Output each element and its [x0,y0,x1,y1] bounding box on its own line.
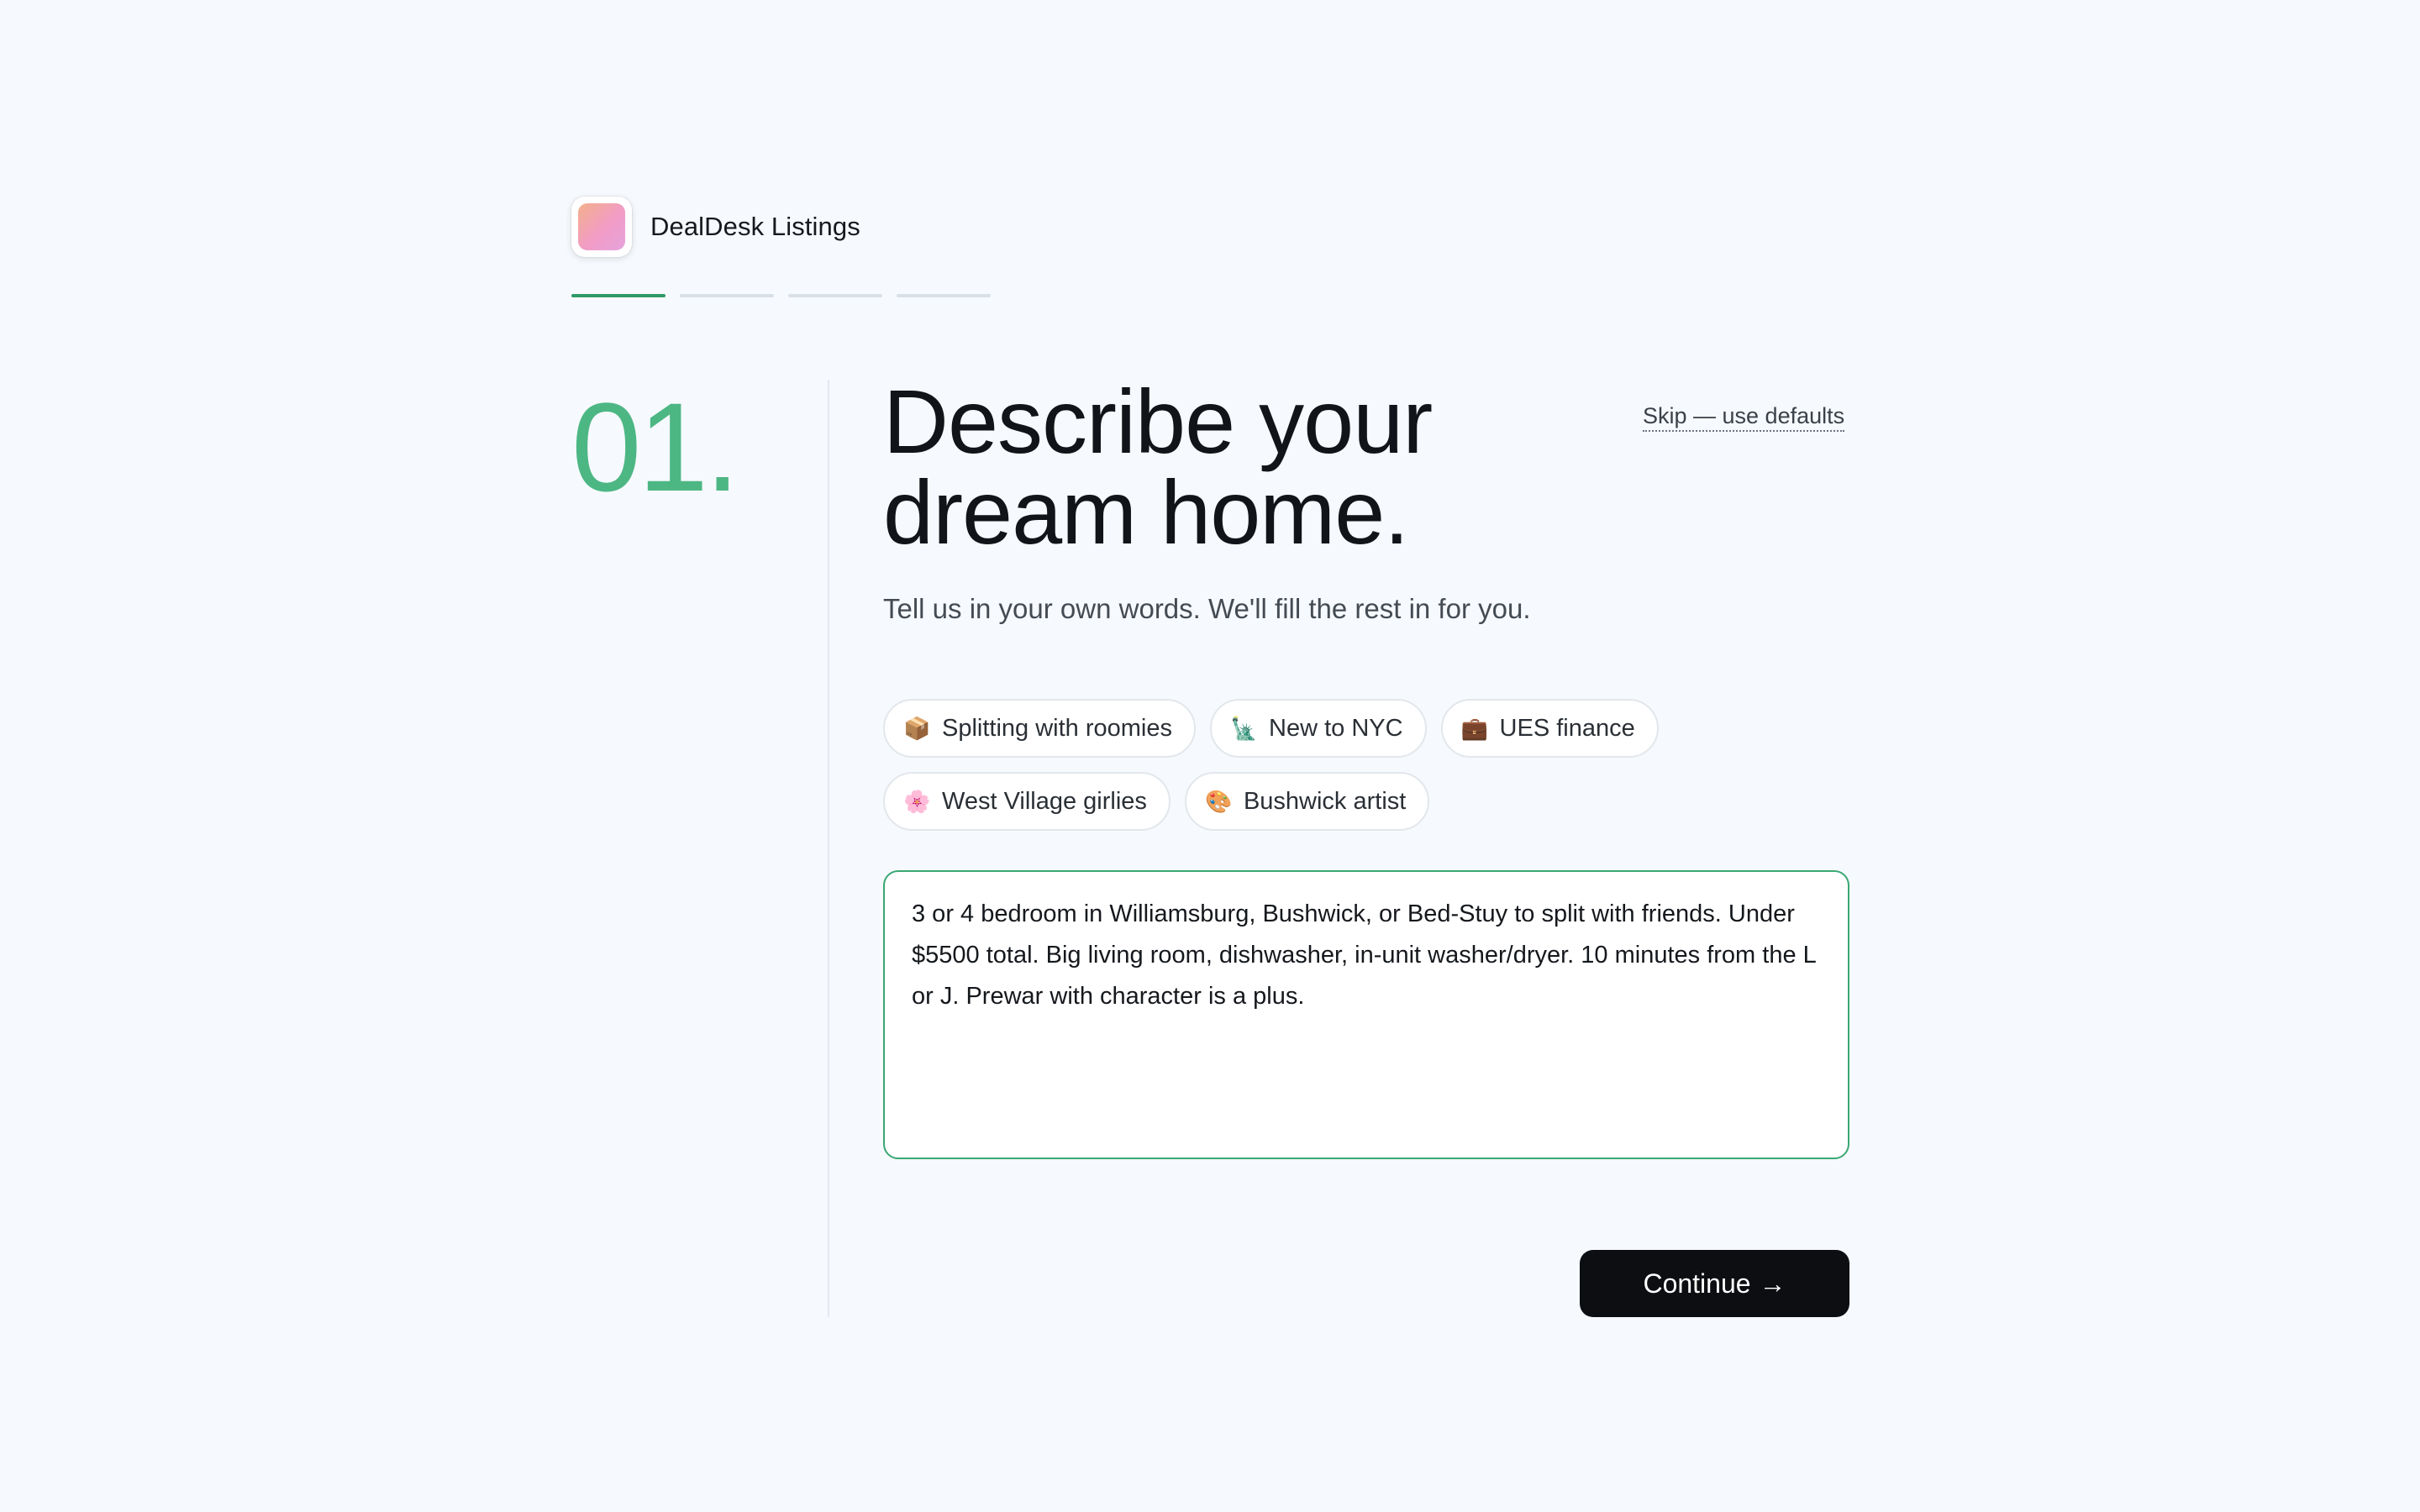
skip-link[interactable]: Skip — use defaults [1643,403,1845,432]
progress-segment-2 [680,294,774,297]
continue-label: Continue [1643,1268,1751,1299]
cherry-blossom-icon: 🌸 [903,789,931,814]
chip-west-village-girlies[interactable]: 🌸 West Village girlies [883,772,1171,831]
page-title: Describe your dream home. [883,376,1639,558]
chip-bushwick-artist[interactable]: 🎨 Bushwick artist [1184,772,1430,831]
step-number: 01. [571,376,740,517]
chip-label: UES finance [1499,714,1635,742]
arrow-right-icon: → [1759,1268,1786,1299]
chip-new-to-nyc[interactable]: 🗽 New to NYC [1210,699,1427,758]
chip-splitting-with-roomies[interactable]: 📦 Splitting with roomies [883,699,1196,758]
page-title-line-2: dream home. [883,461,1409,563]
page-title-line-1: Describe your [883,370,1433,472]
chip-label: New to NYC [1269,714,1403,742]
chip-label: Splitting with roomies [942,714,1172,742]
brand-logo-icon [571,197,632,257]
moving-box-icon: 📦 [903,716,931,741]
persona-chips: 📦 Splitting with roomies 🗽 New to NYC 💼 … [883,699,1849,831]
chip-ues-finance[interactable]: 💼 UES finance [1440,699,1659,758]
briefcase-icon: 💼 [1460,716,1488,741]
statue-of-liberty-icon: 🗽 [1230,716,1258,741]
chip-label: West Village girlies [942,787,1147,815]
brand-logo-gradient [578,203,625,250]
onboarding-page: DealDesk Listings 01. Describe your drea… [0,0,2420,1512]
page-subtitle: Tell us in your own words. We'll fill th… [883,593,1531,624]
continue-button[interactable]: Continue → [1580,1250,1849,1317]
home-description-input[interactable] [883,870,1849,1159]
progress-segment-1 [571,294,666,297]
palette-icon: 🎨 [1204,789,1233,814]
chip-label: Bushwick artist [1243,787,1407,815]
progress-segment-4 [897,294,991,297]
progress-segment-3 [788,294,882,297]
step-progress [571,294,991,297]
vertical-divider [828,380,829,1317]
brand-name: DealDesk Listings [650,212,860,241]
brand-header: DealDesk Listings [571,197,860,257]
